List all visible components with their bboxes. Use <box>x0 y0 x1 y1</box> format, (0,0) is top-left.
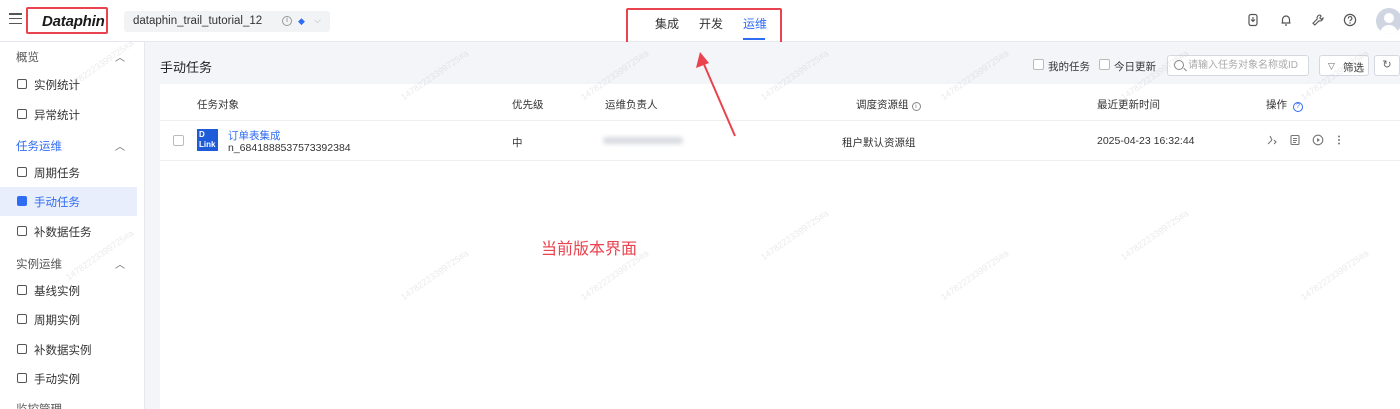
menu-icon[interactable] <box>9 13 22 25</box>
column-priority: 优先级 <box>512 99 544 111</box>
tab-development[interactable]: 开发 <box>699 15 723 32</box>
column-actions: 操作? <box>1266 97 1303 112</box>
sidebar-item-label: 异常统计 <box>34 110 80 122</box>
my-tasks-checkbox[interactable] <box>1033 59 1044 70</box>
calendar-icon <box>17 167 27 177</box>
updated-time-value: 2025-04-23 16:32:44 <box>1097 135 1195 147</box>
sidebar-item-exception-stats[interactable]: 异常统计 <box>0 100 137 129</box>
sidebar-item-label: 补数据任务 <box>34 227 92 239</box>
tab-operations[interactable]: 运维 <box>743 15 767 32</box>
sidebar-section-overview[interactable]: 概览 <box>16 49 39 65</box>
sidebar-item-label: 补数据实例 <box>34 345 92 357</box>
sidebar-section-task-ops[interactable]: 任务运维 <box>16 138 62 154</box>
my-tasks-label[interactable]: 我的任务 <box>1048 59 1090 74</box>
sidebar-item-label: 周期实例 <box>34 315 80 327</box>
column-owner: 运维负责人 <box>605 99 658 111</box>
updated-today-checkbox[interactable] <box>1099 59 1110 70</box>
help-icon[interactable] <box>1342 13 1358 29</box>
row-checkbox[interactable] <box>173 135 184 146</box>
debug-icon[interactable] <box>1266 134 1278 149</box>
task-name-link[interactable]: 订单表集成 <box>228 128 281 143</box>
warning-icon <box>17 109 27 119</box>
column-task-object: 任务对象 <box>197 99 239 111</box>
chevron-down-icon[interactable]: ⌵ <box>314 15 321 26</box>
refresh-button[interactable]: ↻ <box>1374 55 1400 76</box>
project-selector[interactable]: dataphin_trail_tutorial_12 i ◆ ⌵ <box>124 11 330 32</box>
backfill-icon <box>17 344 27 354</box>
download-icon[interactable] <box>1245 13 1261 29</box>
sidebar-item-backfill-instances[interactable]: 补数据实例 <box>0 335 137 364</box>
calendar-icon <box>17 314 27 324</box>
avatar[interactable] <box>1376 8 1400 34</box>
task-id: n_6841888537573392384 <box>228 142 351 154</box>
sidebar-item-backfill-tasks[interactable]: 补数据任务 <box>0 217 137 246</box>
search-icon <box>1174 60 1184 70</box>
column-resource-group: 调度资源组 i <box>856 97 921 112</box>
tab-integration[interactable]: 集成 <box>655 15 679 32</box>
chevron-up-icon[interactable]: ︿ <box>115 256 125 271</box>
wrench-icon[interactable] <box>1310 13 1326 29</box>
sidebar-item-label: 手动实例 <box>34 374 80 386</box>
help-icon[interactable]: ? <box>1293 102 1303 112</box>
sidebar-item-manual-instances[interactable]: 手动实例 <box>0 364 137 393</box>
filter-button[interactable]: ▽ 筛选 <box>1319 55 1369 76</box>
logo-highlight-box: Dataphin <box>26 7 108 34</box>
sidebar-section-monitoring[interactable]: 监控管理 <box>16 401 62 409</box>
info-icon[interactable]: i <box>282 16 292 26</box>
filter-icon: ▽ <box>1328 61 1335 71</box>
chevron-up-icon[interactable]: ︿ <box>115 49 125 64</box>
document-icon[interactable] <box>1289 134 1301 149</box>
table-row[interactable]: D Link 订单表集成 n_6841888537573392384 中 租户默认… <box>160 121 1400 161</box>
filter-label: 筛选 <box>1343 62 1364 74</box>
sidebar-item-baseline-instances[interactable]: 基线实例 <box>0 276 137 305</box>
dataphin-logo[interactable]: Dataphin <box>42 13 105 30</box>
resource-group-value: 租户默认资源组 <box>842 137 916 149</box>
more-icon[interactable] <box>1336 134 1342 149</box>
sidebar-item-instance-stats[interactable]: 实例统计 <box>0 70 137 99</box>
chart-icon <box>17 79 27 89</box>
info-icon[interactable]: i <box>911 102 921 111</box>
chevron-up-icon[interactable]: ︿ <box>115 138 125 153</box>
column-actions-label: 操作 <box>1266 99 1287 111</box>
sidebar-item-label: 手动任务 <box>34 197 80 209</box>
search-input[interactable] <box>1188 58 1306 73</box>
main-header: 手动任务 我的任务 今日更新 ▽ 筛选 ↻ <box>145 42 1400 84</box>
sidebar-item-label: 基线实例 <box>34 286 80 298</box>
page-title: 手动任务 <box>160 60 213 75</box>
updated-today-label[interactable]: 今日更新 <box>1114 59 1156 74</box>
chevron-up-icon[interactable]: ︿ <box>115 401 125 409</box>
baseline-icon <box>17 285 27 295</box>
priority-value: 中 <box>512 137 523 149</box>
run-icon[interactable] <box>1312 134 1324 149</box>
annotation-text: 当前版本界面 <box>541 241 638 258</box>
sidebar-item-label: 实例统计 <box>34 80 80 92</box>
sidebar-item-periodic-instances[interactable]: 周期实例 <box>0 305 137 334</box>
bell-icon[interactable] <box>1278 13 1294 29</box>
search-box <box>1167 55 1309 76</box>
hand-icon <box>17 196 27 206</box>
active-tab-indicator <box>743 38 765 40</box>
sidebar: 概览 ︿ 实例统计 异常统计 任务运维 ︿ 周期任务 手动任务 补数据任务 实例… <box>0 42 145 409</box>
column-resource-group-label: 调度资源组 <box>856 99 909 111</box>
sidebar-item-manual-tasks[interactable]: 手动任务 <box>0 187 137 216</box>
sidebar-item-periodic-tasks[interactable]: 周期任务 <box>0 158 137 187</box>
refresh-icon: ↻ <box>1382 59 1392 71</box>
project-name: dataphin_trail_tutorial_12 <box>133 15 263 27</box>
owner-value-blurred <box>603 137 683 144</box>
table-header: 任务对象 优先级 运维负责人 调度资源组 i 最近更新时间 操作? <box>160 84 1400 121</box>
column-updated-time: 最近更新时间 <box>1097 99 1160 111</box>
dlink-icon: D Link <box>197 129 218 151</box>
top-bar: Dataphin dataphin_trail_tutorial_12 i ◆ … <box>0 0 1400 45</box>
sidebar-item-label: 周期任务 <box>34 168 80 180</box>
sidebar-section-instance-ops[interactable]: 实例运维 <box>16 256 62 272</box>
gem-icon: ◆ <box>298 16 305 26</box>
backfill-icon <box>17 226 27 236</box>
task-table: 任务对象 优先级 运维负责人 调度资源组 i 最近更新时间 操作? D Link 订… <box>160 84 1400 409</box>
hand-icon <box>17 373 27 383</box>
